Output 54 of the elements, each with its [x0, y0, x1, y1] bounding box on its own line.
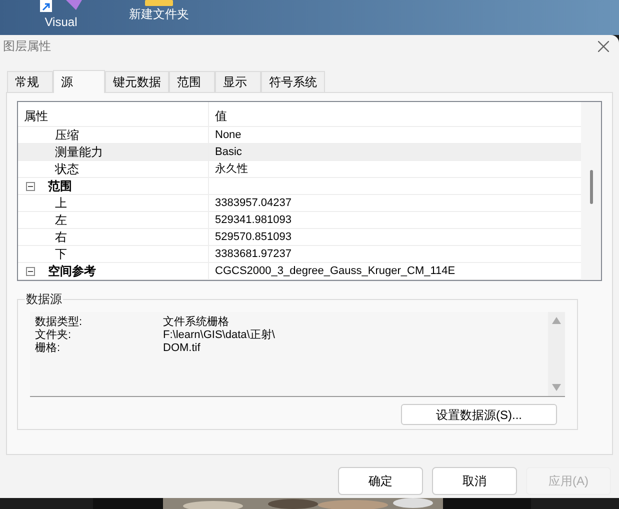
info-label: 文件夹: — [35, 329, 72, 342]
scrollbar[interactable] — [548, 312, 565, 396]
desktop-icon-label[interactable]: Visual — [44, 15, 78, 29]
grid-row[interactable]: 下 3383681.97237 — [18, 246, 581, 263]
property-value: 3383957.04237 — [215, 196, 292, 211]
property-value: 永久性 — [215, 162, 248, 177]
property-name: 上 — [54, 195, 67, 212]
set-data-source-button[interactable]: 设置数据源(S)... — [401, 404, 557, 425]
column-header: 属性 — [18, 102, 209, 126]
collapse-icon[interactable] — [26, 266, 35, 276]
tab[interactable]: 常规 — [7, 71, 53, 92]
dialog-button[interactable]: 取消 — [432, 467, 517, 495]
info-value: F:\learn\GIS\data\正射\ — [163, 329, 275, 342]
scroll-down-icon[interactable] — [552, 384, 561, 391]
property-value: 529570.851093 — [215, 230, 292, 245]
property-value: CGCS2000_3_degree_Gauss_Kruger_CM_114E — [215, 264, 456, 279]
tab[interactable]: 符号系统 — [261, 71, 325, 92]
tab[interactable]: 键元数据 — [105, 71, 169, 92]
dialog-button: 应用(A) — [526, 467, 611, 495]
property-name: 左 — [54, 212, 67, 229]
tab[interactable]: 源 — [53, 70, 105, 93]
close-icon[interactable] — [598, 40, 609, 52]
info-label: 栅格: — [35, 342, 62, 355]
dialog-button[interactable]: 确定 — [338, 467, 423, 495]
property-value: Basic — [215, 144, 242, 160]
property-name: 压缩 — [54, 127, 79, 144]
grid-row[interactable]: 左 529341.981093 — [18, 212, 581, 229]
scroll-up-icon[interactable] — [552, 317, 561, 324]
property-name: 下 — [54, 246, 67, 263]
grid-row[interactable]: 右 529570.851093 — [18, 229, 581, 246]
property-name: 状态 — [54, 161, 79, 178]
column-header: 值 — [214, 108, 228, 125]
window-title: 图层属性 — [3, 38, 51, 55]
property-value: 529341.981093 — [215, 212, 292, 228]
info-value: 文件系统栅格 — [163, 316, 229, 329]
tab[interactable]: 范围 — [169, 71, 215, 92]
collapse-icon[interactable] — [26, 182, 35, 190]
tab[interactable]: 显示 — [215, 71, 261, 92]
category-label: 范围 — [48, 178, 72, 195]
group-title: 数据源 — [25, 291, 63, 307]
property-name: 测量能力 — [54, 144, 103, 161]
category-label: 空间参考 — [48, 263, 96, 280]
info-value: DOM.tif — [163, 342, 200, 355]
grid-row[interactable]: 上 3383957.04237 — [18, 195, 581, 212]
grid-row[interactable]: 空间参考 CGCS2000_3_degree_Gauss_Kruger_CM_114E — [18, 263, 581, 280]
grid-row[interactable]: 状态 永久性 — [18, 161, 581, 178]
info-label: 数据类型: — [35, 316, 84, 328]
grid-row[interactable]: 范围 — [18, 178, 581, 195]
property-name: 右 — [54, 229, 67, 246]
property-value: None — [215, 128, 242, 143]
scrollbar[interactable] — [581, 102, 601, 280]
property-value: 3383681.97237 — [215, 246, 292, 262]
grid-row[interactable]: 测量能力 Basic — [18, 144, 581, 161]
desktop-icon-label[interactable]: 新建文件夹 — [129, 7, 189, 21]
